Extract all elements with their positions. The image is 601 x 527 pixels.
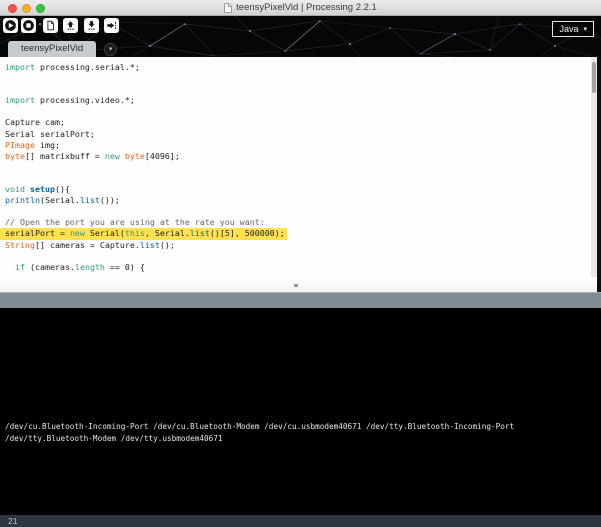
new-sketch-icon xyxy=(44,19,57,32)
code-line[interactable]: if (cameras.length == 0) { xyxy=(5,262,597,273)
save-button[interactable] xyxy=(84,18,99,33)
run-button[interactable] xyxy=(3,18,18,33)
zoom-button[interactable] xyxy=(36,4,45,13)
chevron-down-icon: ▾ xyxy=(583,26,587,33)
code-line[interactable]: println(Serial.list()); xyxy=(5,195,597,206)
window-title: teensyPixelVid | Processing 2.2.1 xyxy=(236,2,377,13)
toolbar-header: Java ▾ teensyPixelVid ▾ xyxy=(0,16,601,57)
code-line[interactable]: void setup(){ xyxy=(5,184,597,195)
chevron-down-icon: ▾ xyxy=(109,45,113,53)
open-button[interactable] xyxy=(63,18,78,33)
code-line[interactable]: import processing.serial.*; xyxy=(5,62,597,73)
toolbar: Java ▾ xyxy=(0,18,601,35)
code-line[interactable]: serialPort = new Serial(this, Serial.lis… xyxy=(0,228,287,239)
minimize-button[interactable] xyxy=(22,4,31,13)
code-lines[interactable]: import processing.serial.*; import proce… xyxy=(0,57,597,273)
code-line[interactable]: // Open the port you are using at the ra… xyxy=(5,217,597,228)
window-edge-strip xyxy=(597,57,601,292)
code-line[interactable] xyxy=(5,106,597,117)
code-line[interactable]: import processing.video.*; xyxy=(5,95,597,106)
open-icon xyxy=(64,19,77,32)
tab-menu-button[interactable]: ▾ xyxy=(104,43,117,56)
export-icon xyxy=(105,19,118,32)
code-line[interactable]: String[] cameras = Capture.list(); xyxy=(5,240,597,251)
code-line[interactable]: PImage img; xyxy=(5,140,597,151)
save-icon xyxy=(85,19,98,32)
processing-window: teensyPixelVid | Processing 2.2.1 xyxy=(0,0,601,527)
close-button[interactable] xyxy=(8,4,17,13)
console-line: /dev/tty.Bluetooth-Modem /dev/tty.usbmod… xyxy=(5,433,514,445)
vertical-scrollbar-thumb[interactable] xyxy=(592,62,596,93)
code-line[interactable] xyxy=(5,162,597,173)
export-button[interactable] xyxy=(104,18,119,33)
tab-row: teensyPixelVid ▾ xyxy=(0,41,601,57)
code-line[interactable]: Serial serialPort; xyxy=(5,129,597,140)
stop-icon xyxy=(22,19,35,32)
console-output: /dev/cu.Bluetooth-Incoming-Port /dev/cu.… xyxy=(5,421,514,445)
console-line: /dev/cu.Bluetooth-Incoming-Port /dev/cu.… xyxy=(5,421,514,433)
horizontal-scrollbar-thumb[interactable] xyxy=(294,284,298,287)
play-icon xyxy=(4,19,17,32)
code-line[interactable]: byte[] matrixbuff = new byte[4096]; xyxy=(5,151,597,162)
mode-label: Java xyxy=(559,24,578,34)
code-line[interactable] xyxy=(5,251,597,262)
mode-selector[interactable]: Java ▾ xyxy=(552,21,594,37)
message-bar xyxy=(0,292,601,308)
code-line[interactable] xyxy=(5,73,597,84)
tab-teensypixelvid[interactable]: teensyPixelVid xyxy=(8,41,96,57)
stop-button[interactable] xyxy=(21,18,36,33)
code-line[interactable] xyxy=(5,206,597,217)
titlebar: teensyPixelVid | Processing 2.2.1 xyxy=(0,0,601,16)
title-wrap: teensyPixelVid | Processing 2.2.1 xyxy=(0,2,601,13)
line-number: 21 xyxy=(8,516,17,526)
code-line[interactable] xyxy=(5,173,597,184)
new-sketch-button[interactable] xyxy=(43,18,58,33)
status-bar: 21 xyxy=(0,515,601,527)
code-line[interactable]: Capture cam; xyxy=(5,117,597,128)
code-line[interactable] xyxy=(5,84,597,95)
horizontal-scrollbar[interactable] xyxy=(0,277,597,292)
document-icon xyxy=(224,3,232,13)
code-editor[interactable]: import processing.serial.*; import proce… xyxy=(0,57,597,277)
console-area: /dev/cu.Bluetooth-Incoming-Port /dev/cu.… xyxy=(0,308,601,515)
traffic-lights xyxy=(8,0,45,16)
